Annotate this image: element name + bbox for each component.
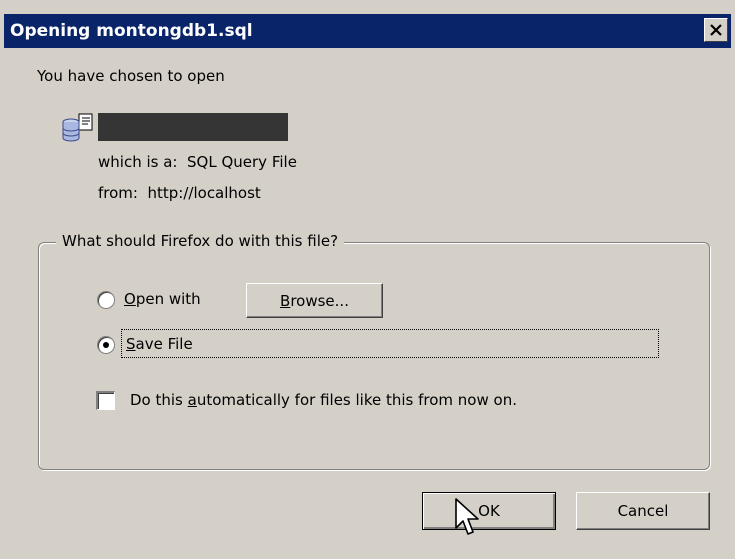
auto-action-checkbox[interactable] — [96, 391, 115, 410]
ok-button[interactable]: OK — [422, 492, 556, 530]
save-file-radio[interactable] — [97, 336, 115, 354]
cancel-button[interactable]: Cancel — [576, 492, 710, 530]
save-file-label[interactable]: Save File — [126, 335, 193, 353]
auto-action-accel: a — [187, 391, 197, 409]
from-label: from: — [98, 184, 138, 202]
file-source-line: from: http://localhost — [98, 184, 261, 202]
save-file-rest: ave File — [135, 335, 193, 353]
window-title: Opening montongdb1.sql — [10, 21, 253, 41]
redacted-filename — [98, 113, 288, 141]
radio-dot — [103, 342, 109, 348]
cancel-label: Cancel — [617, 502, 669, 520]
close-icon — [710, 24, 722, 36]
save-file-accel: S — [126, 335, 136, 353]
ok-label: OK — [478, 502, 500, 520]
browse-rest: rowse... — [290, 291, 349, 310]
browse-button[interactable]: Browse... — [246, 283, 383, 318]
auto-action-label[interactable]: Do this automatically for files like thi… — [130, 391, 517, 409]
sql-file-icon — [62, 113, 93, 142]
chosen-to-open-text: You have chosen to open — [37, 67, 225, 85]
auto-action-pre: Do this — [130, 391, 188, 409]
close-button[interactable] — [704, 18, 728, 42]
open-with-label[interactable]: Open with — [124, 290, 201, 308]
groupbox-legend: What should Firefox do with this file? — [56, 232, 345, 250]
mouse-pointer-icon — [455, 498, 479, 535]
file-source-value: http://localhost — [147, 184, 261, 202]
which-is-label: which is a: — [98, 153, 178, 171]
open-with-radio[interactable] — [97, 291, 115, 309]
open-with-rest: pen with — [135, 290, 201, 308]
open-with-accel: O — [124, 290, 136, 308]
browse-accel: B — [280, 291, 291, 310]
file-open-dialog: Opening montongdb1.sql You have chosen t… — [0, 0, 735, 559]
title-bar: Opening montongdb1.sql — [4, 14, 731, 48]
file-type-value: SQL Query File — [187, 153, 297, 171]
auto-action-post: utomatically for files like this from no… — [196, 391, 517, 409]
save-file-focus-rect — [121, 329, 659, 358]
file-type-line: which is a: SQL Query File — [98, 153, 297, 171]
